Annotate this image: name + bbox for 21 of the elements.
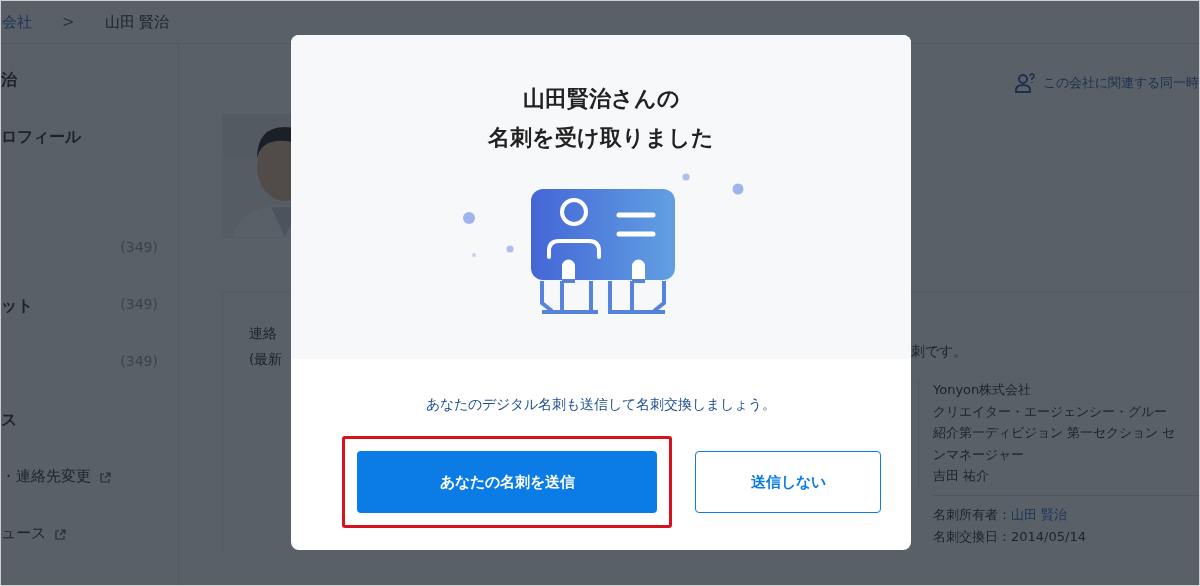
- contact-text: 連絡: [249, 325, 278, 343]
- dialog-title: 名刺を受け取りました: [488, 124, 714, 152]
- sidebar-heading: ット: [1, 296, 33, 317]
- sidebar-heading: 治: [1, 70, 17, 91]
- contact-text: (最新: [249, 351, 284, 369]
- meta-value: 2014/05/14: [1011, 528, 1086, 544]
- decline-button[interactable]: 送信しない: [695, 451, 881, 513]
- meta-label: 名刺交換日：: [933, 528, 1011, 544]
- card-note: 刺です。: [911, 343, 968, 361]
- breadcrumb-separator: >: [62, 13, 75, 31]
- meta-label: 名刺所有者：: [933, 506, 1011, 522]
- sidebar-heading: ス: [1, 410, 17, 431]
- dialog-title: 山田賢治さんの: [522, 85, 680, 113]
- sidebar-heading: ロフィール: [1, 127, 81, 148]
- card-detail: 吉田 祐介: [933, 467, 991, 485]
- owner-link[interactable]: 山田 賢治: [1011, 506, 1068, 522]
- send-card-button[interactable]: あなたの名刺を送信: [357, 451, 657, 513]
- breadcrumb-item[interactable]: 会社: [2, 12, 32, 32]
- sidebar-link[interactable]: ュース: [1, 524, 46, 543]
- card-detail: Yonyon株式会社: [933, 381, 1033, 399]
- dialog-message: あなたのデジタル名刺も送信して名刺交換しましょう。: [426, 396, 776, 414]
